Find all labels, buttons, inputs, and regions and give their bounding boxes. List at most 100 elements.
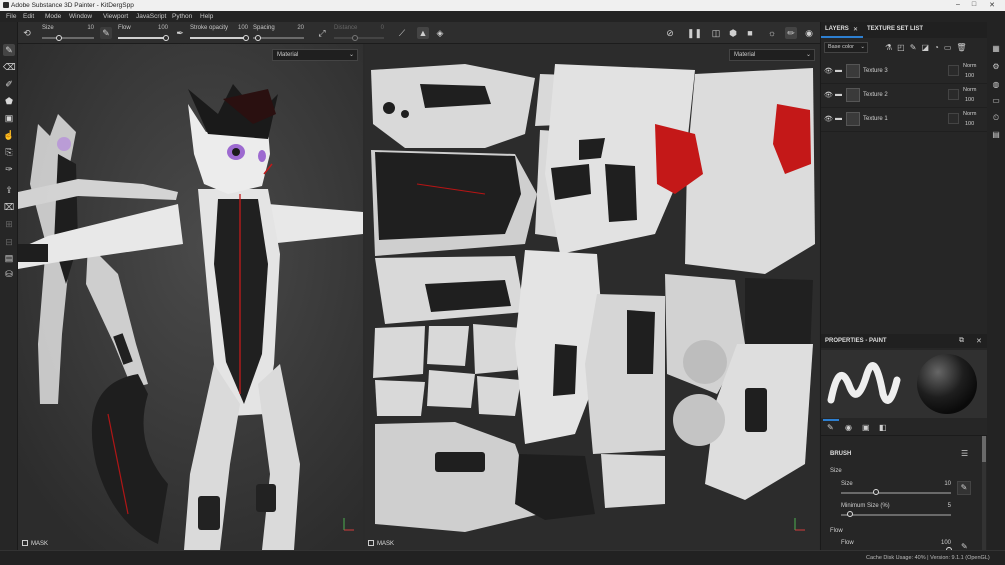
size-slider[interactable] — [42, 37, 94, 39]
layer-item[interactable]: 👁 ▬ Texture 3 Norm 100 — [821, 60, 988, 84]
paint-mode-icon[interactable]: ✏ — [785, 27, 797, 39]
assets-icon[interactable]: ▤ — [3, 252, 15, 264]
menu-python[interactable]: Python — [172, 13, 192, 20]
material-tab-icon[interactable]: ◧ — [879, 423, 887, 432]
add-group-icon[interactable]: ◔ — [934, 43, 944, 52]
flow-value[interactable]: 100 — [150, 25, 168, 31]
object-icon[interactable]: ⬢ — [727, 27, 739, 39]
spacing-value[interactable]: 20 — [286, 25, 304, 31]
align-tool-icon[interactable]: ⊟ — [3, 236, 15, 248]
stroke-opacity-slider-handle[interactable] — [243, 35, 249, 41]
texture-set-dock-icon[interactable]: ⚙ — [991, 62, 1001, 72]
close-window-button[interactable]: ✕ — [986, 1, 998, 9]
stroke-opacity-slider[interactable] — [190, 37, 248, 39]
visibility-eye-icon[interactable]: 👁 — [824, 67, 833, 75]
size-value[interactable]: 10 — [78, 25, 94, 31]
projection-icon[interactable]: ◈ — [434, 27, 446, 39]
flow-slider[interactable] — [118, 37, 168, 39]
blend-mode-select[interactable]: Norm — [963, 63, 976, 69]
hide-icon[interactable]: ⊘ — [664, 27, 676, 39]
bake-icon[interactable]: ⌧ — [3, 201, 15, 213]
layer-opacity[interactable]: 100 — [965, 73, 974, 79]
menu-file[interactable]: File — [6, 13, 16, 20]
alpha-tab-icon[interactable]: ◉ — [845, 423, 852, 432]
menu-javascript[interactable]: JavaScript — [136, 13, 166, 20]
min-size-slider[interactable] — [841, 514, 951, 516]
minimize-button[interactable]: – — [952, 1, 964, 8]
visibility-eye-icon[interactable]: 👁 — [824, 91, 833, 99]
folder-icon[interactable]: ▭ — [944, 43, 957, 52]
add-fill-layer-icon[interactable]: ◪ — [921, 43, 934, 52]
tab-layers[interactable]: LAYERS — [825, 26, 849, 32]
stencil-tab-icon[interactable]: ▣ — [862, 423, 870, 432]
environment-icon[interactable]: ☼ — [766, 27, 778, 39]
close-layers-tab-icon[interactable]: ✕ — [853, 26, 858, 33]
add-paint-layer-icon[interactable]: ✎ — [910, 43, 922, 52]
brush-tab-icon[interactable]: ✎ — [827, 423, 834, 432]
layer-item[interactable]: 👁 ▬ Texture 1 Norm 100 — [821, 108, 988, 132]
menu-help[interactable]: Help — [200, 13, 213, 20]
brush-flow-value[interactable]: 100 — [935, 540, 951, 546]
mask-toggle-3d[interactable]: MASK — [22, 540, 48, 547]
min-size-value[interactable]: 5 — [939, 503, 951, 509]
paint-brush-icon[interactable]: ✎ — [3, 44, 15, 56]
layer-item[interactable]: 👁 ▬ Texture 2 Norm 100 — [821, 84, 988, 108]
lazy-mouse-icon[interactable]: ⤢ — [316, 27, 328, 39]
material-select-3d[interactable]: Material ⌄ — [272, 49, 358, 61]
split-view-icon[interactable]: ◫ — [710, 27, 722, 39]
brush-menu-icon[interactable]: ☰ — [961, 449, 968, 458]
distance-slider-handle[interactable] — [352, 35, 358, 41]
shader-settings-icon[interactable]: ▭ — [991, 96, 1001, 106]
mask-checkbox-2d[interactable] — [368, 540, 374, 546]
close-icon[interactable]: ✕ — [976, 337, 982, 345]
layer-mask-slot[interactable] — [948, 65, 959, 76]
eraser-icon[interactable]: ⌫ — [3, 61, 16, 73]
projection-tool-icon[interactable]: ✐ — [3, 78, 15, 90]
color-picker-icon[interactable]: ✑ — [3, 163, 15, 175]
tab-texture-set-list[interactable]: TEXTURE SET LIST — [867, 26, 923, 32]
viewport-3d[interactable]: Material ⌄ MASK — [18, 44, 363, 550]
channel-select[interactable]: Base color ⌄ — [824, 42, 868, 53]
viewport-2d[interactable]: Material ⌄ MASK — [365, 44, 819, 550]
material-select-2d[interactable]: Material ⌄ — [729, 49, 815, 61]
menu-edit[interactable]: Edit — [23, 13, 34, 20]
maximize-button[interactable]: □ — [968, 1, 980, 8]
brush-size-slider-handle[interactable] — [873, 489, 879, 495]
pause-icon[interactable]: ❚❚ — [687, 27, 702, 39]
layer-mask-slot[interactable] — [948, 89, 959, 100]
blend-mode-select[interactable]: Norm — [963, 111, 976, 117]
pen-pressure-icon[interactable]: ✎ — [100, 27, 112, 39]
brush-size-slider[interactable] — [841, 492, 951, 494]
smudge-icon[interactable]: ☝ — [3, 129, 15, 141]
stroke-opacity-value[interactable]: 100 — [230, 25, 248, 31]
brush-settings-icon[interactable]: ⟲ — [21, 27, 33, 39]
spacing-slider-handle[interactable] — [255, 35, 261, 41]
export-icon[interactable]: ⇪ — [3, 184, 15, 196]
camera-icon[interactable]: ■ — [744, 27, 756, 39]
min-size-slider-handle[interactable] — [847, 511, 853, 517]
layer-opacity[interactable]: 100 — [965, 97, 974, 103]
expand-icon[interactable]: ⧉ — [959, 337, 964, 345]
display-settings-icon[interactable]: ◍ — [991, 80, 1001, 90]
clone-icon[interactable]: ⎘ — [3, 146, 15, 158]
polygon-fill-icon[interactable]: ⬟ — [3, 95, 15, 107]
size-slider-handle[interactable] — [56, 35, 62, 41]
layer-mask-slot[interactable] — [948, 113, 959, 124]
add-effect-icon[interactable]: ⚗ — [885, 43, 897, 52]
symmetry-icon[interactable]: ▲ — [417, 27, 429, 39]
geometry-mask-icon[interactable]: ▣ — [3, 112, 15, 124]
menu-mode[interactable]: Mode — [45, 13, 61, 20]
blend-mode-select[interactable]: Norm — [963, 87, 976, 93]
menu-window[interactable]: Window — [69, 13, 92, 20]
delete-layer-icon[interactable]: 🗑 — [956, 43, 971, 52]
layer-opacity[interactable]: 100 — [965, 121, 974, 127]
add-mask-icon[interactable]: ◰ — [897, 43, 910, 52]
log-icon[interactable]: ▤ — [991, 130, 1001, 140]
menu-viewport[interactable]: Viewport — [103, 13, 128, 20]
layers-dock-icon[interactable]: ▦ — [991, 44, 1001, 54]
history-icon[interactable]: ⏲ — [991, 113, 1001, 123]
visibility-eye-icon[interactable]: 👁 — [824, 115, 833, 123]
scrollbar-thumb[interactable] — [982, 436, 986, 462]
brush-size-value[interactable]: 10 — [939, 481, 951, 487]
pen-icon[interactable]: ✒ — [174, 27, 186, 39]
